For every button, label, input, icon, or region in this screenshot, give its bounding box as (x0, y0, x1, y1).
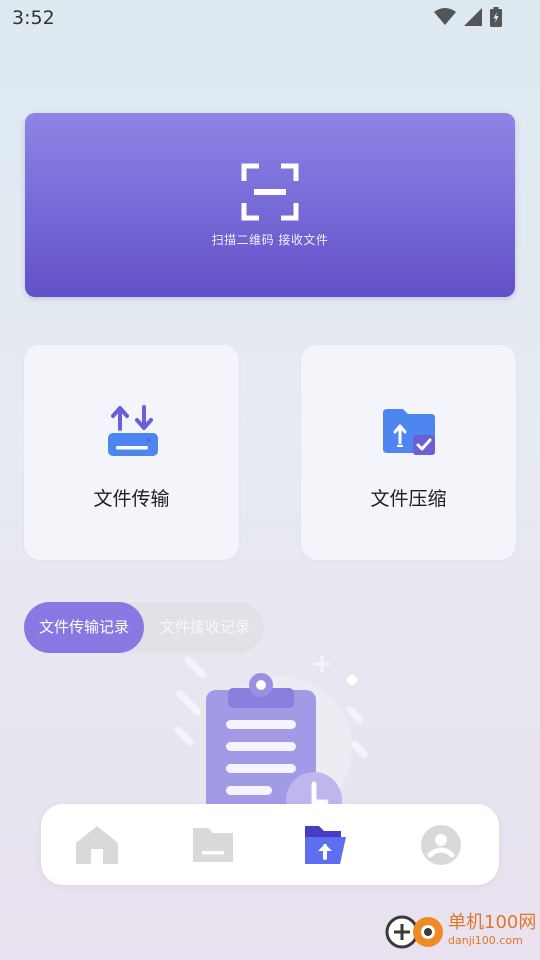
watermark: 单机100网 danji100.com (384, 908, 537, 954)
watermark-url: danji100.com (448, 934, 523, 947)
wifi-icon (434, 8, 456, 25)
status-icons (434, 7, 502, 27)
scan-qr-label: 扫描二维码 接收文件 (211, 233, 329, 247)
scan-frame-icon (241, 163, 299, 221)
status-bar: 3:52 (0, 0, 540, 36)
home-icon[interactable] (74, 822, 120, 868)
tab-transfer-records[interactable]: 文件传输记录 (24, 602, 144, 653)
upload-download-tray-icon (108, 405, 158, 456)
file-transfer-label: 文件传输 (93, 488, 170, 510)
scan-qr-card[interactable]: 扫描二维码 接收文件 (25, 113, 515, 297)
tab-receive-records[interactable]: 文件接收记录 (146, 602, 264, 653)
bottom-nav (41, 804, 499, 885)
file-compress-tile[interactable]: 文件压缩 (301, 345, 516, 560)
watermark-logo (385, 915, 443, 949)
file-transfer-tile[interactable]: 文件传输 (24, 345, 239, 560)
file-compress-label: 文件压缩 (370, 488, 447, 510)
folder-icon[interactable] (190, 822, 236, 868)
battery-charging-icon (490, 7, 502, 27)
record-tabs: 文件接收记录 文件传输记录 (24, 602, 264, 653)
folder-upload-icon[interactable] (302, 822, 348, 868)
status-time: 3:52 (12, 7, 55, 29)
signal-icon (464, 8, 482, 26)
user-icon[interactable] (418, 822, 464, 868)
watermark-title: 单机100网 (448, 912, 537, 933)
clipboard-clock-illustration (174, 656, 368, 810)
folder-upload-check-icon (383, 409, 435, 455)
